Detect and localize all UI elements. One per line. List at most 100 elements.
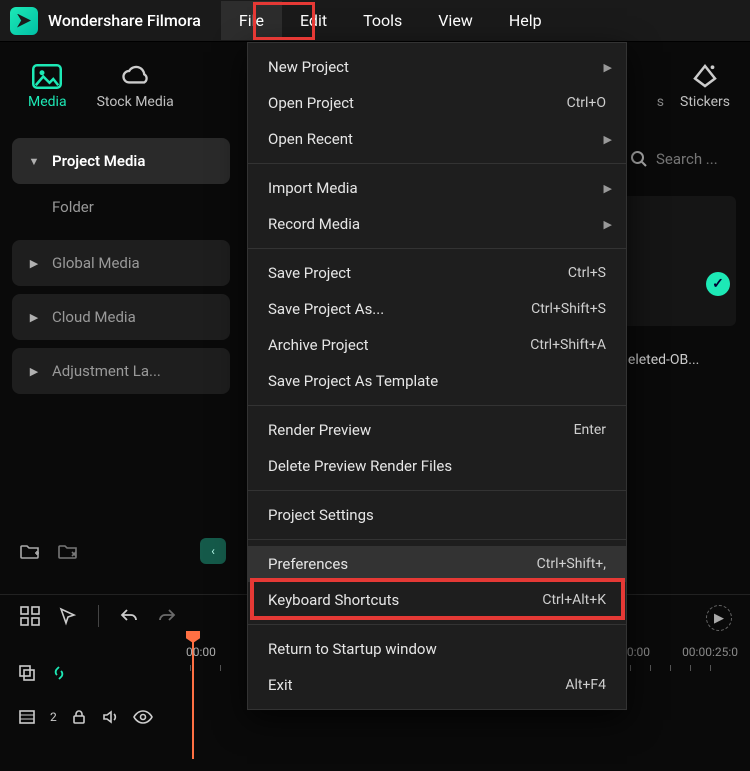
menu-item-label: Save Project As... bbox=[268, 300, 384, 318]
menu-item-label: Import Media bbox=[268, 179, 358, 197]
sidebar-item-label: Adjustment La... bbox=[52, 362, 161, 380]
menu-keyboard-shortcuts[interactable]: Keyboard Shortcuts Ctrl+Alt+K bbox=[248, 582, 626, 618]
menu-view[interactable]: View bbox=[420, 1, 491, 40]
menu-separator bbox=[248, 163, 626, 164]
collapse-sidebar-button[interactable]: ‹ bbox=[200, 538, 226, 564]
sidebar-item-adjustment-layer[interactable]: ▶ Adjustment La... bbox=[12, 348, 230, 394]
menu-item-shortcut: Enter bbox=[574, 422, 606, 438]
lock-icon[interactable] bbox=[71, 709, 87, 725]
layers-icon[interactable] bbox=[18, 664, 36, 682]
delete-folder-icon[interactable] bbox=[58, 542, 78, 560]
sidebar-item-project-media[interactable]: ▼ Project Media bbox=[12, 138, 230, 184]
sidebar-footer-icons: ‹ bbox=[20, 538, 226, 564]
check-icon: ✓ bbox=[706, 272, 730, 296]
link-icon[interactable] bbox=[50, 664, 68, 682]
menu-project-settings[interactable]: Project Settings bbox=[248, 497, 626, 533]
sidebar-item-label: Cloud Media bbox=[52, 308, 136, 326]
menu-item-shortcut: Ctrl+Alt+K bbox=[542, 592, 606, 608]
menu-item-label: Delete Preview Render Files bbox=[268, 457, 452, 475]
menu-item-shortcut: Ctrl+S bbox=[568, 265, 606, 281]
separator bbox=[98, 605, 99, 627]
menu-exit[interactable]: Exit Alt+F4 bbox=[248, 667, 626, 703]
menu-item-label: Render Preview bbox=[268, 421, 371, 439]
sidebar-item-global-media[interactable]: ▶ Global Media bbox=[12, 240, 230, 286]
menu-item-shortcut: Ctrl+O bbox=[567, 95, 606, 111]
menu-item-label: Save Project bbox=[268, 264, 351, 282]
menu-save-project[interactable]: Save Project Ctrl+S bbox=[248, 255, 626, 291]
menu-edit[interactable]: Edit bbox=[282, 1, 345, 40]
cloud-icon bbox=[120, 64, 150, 88]
search-area bbox=[630, 150, 736, 168]
submenu-arrow-icon: ▶ bbox=[604, 182, 612, 195]
search-icon[interactable] bbox=[630, 150, 648, 168]
menu-save-as-template[interactable]: Save Project As Template bbox=[248, 363, 626, 399]
cursor-icon[interactable] bbox=[58, 606, 78, 626]
film-icon[interactable] bbox=[18, 708, 36, 726]
undo-icon[interactable] bbox=[119, 606, 139, 626]
menu-archive-project[interactable]: Archive Project Ctrl+Shift+A bbox=[248, 327, 626, 363]
menu-separator bbox=[248, 624, 626, 625]
thumbnail-label: deleted-OB... bbox=[620, 352, 736, 368]
menu-separator bbox=[248, 248, 626, 249]
media-thumbnail[interactable]: ✓ bbox=[620, 196, 736, 326]
tab-label: Stock Media bbox=[97, 94, 174, 110]
tab-cutoff-text: s bbox=[657, 94, 664, 118]
menu-item-shortcut: Alt+F4 bbox=[565, 677, 606, 693]
sidebar-item-cloud-media[interactable]: ▶ Cloud Media bbox=[12, 294, 230, 340]
library-sidebar: ▼ Project Media Folder ▶ Global Media ▶ … bbox=[12, 138, 230, 402]
search-input[interactable] bbox=[656, 150, 736, 168]
menu-item-label: Preferences bbox=[268, 555, 348, 573]
sidebar-folder[interactable]: Folder bbox=[12, 192, 230, 222]
menu-open-recent[interactable]: Open Recent ▶ bbox=[248, 121, 626, 157]
submenu-arrow-icon: ▶ bbox=[604, 133, 612, 146]
submenu-arrow-icon: ▶ bbox=[604, 61, 612, 74]
menu-render-preview[interactable]: Render Preview Enter bbox=[248, 412, 626, 448]
menu-item-label: Exit bbox=[268, 676, 293, 694]
menu-item-label: Return to Startup window bbox=[268, 640, 437, 658]
menu-item-shortcut: Ctrl+Shift+A bbox=[530, 337, 606, 353]
tab-stock-media[interactable]: Stock Media bbox=[83, 60, 188, 118]
submenu-arrow-icon: ▶ bbox=[604, 218, 612, 231]
menu-file[interactable]: File bbox=[221, 1, 282, 40]
title-bar: Wondershare Filmora File Edit Tools View… bbox=[0, 0, 750, 42]
menu-item-label: New Project bbox=[268, 58, 349, 76]
app-logo-icon bbox=[10, 7, 38, 35]
sidebar-folder-label: Folder bbox=[52, 198, 94, 216]
image-icon bbox=[32, 64, 62, 88]
tab-stickers[interactable]: Stickers bbox=[666, 60, 736, 118]
menu-new-project[interactable]: New Project ▶ bbox=[248, 49, 626, 85]
menu-tools[interactable]: Tools bbox=[345, 1, 420, 40]
track-count: 2 bbox=[50, 710, 57, 724]
menu-delete-render-files[interactable]: Delete Preview Render Files bbox=[248, 448, 626, 484]
tab-label: Media bbox=[28, 94, 67, 110]
menu-preferences[interactable]: Preferences Ctrl+Shift+, bbox=[248, 546, 626, 582]
menu-item-label: Project Settings bbox=[268, 506, 374, 524]
menu-open-project[interactable]: Open ProjectCtrl+O bbox=[248, 85, 626, 121]
menu-separator bbox=[248, 405, 626, 406]
menu-bar: File Edit Tools View Help bbox=[221, 1, 560, 40]
menu-save-project-as[interactable]: Save Project As... Ctrl+Shift+S bbox=[248, 291, 626, 327]
new-folder-icon[interactable] bbox=[20, 542, 40, 560]
menu-item-label: Archive Project bbox=[268, 336, 369, 354]
menu-return-startup[interactable]: Return to Startup window bbox=[248, 631, 626, 667]
chevron-right-icon: ▶ bbox=[26, 257, 42, 270]
menu-import-media[interactable]: Import Media ▶ bbox=[248, 170, 626, 206]
redo-icon[interactable] bbox=[157, 606, 177, 626]
menu-item-label: Save Project As Template bbox=[268, 372, 438, 390]
file-menu-dropdown: New Project ▶ Open ProjectCtrl+O Open Rec… bbox=[247, 42, 627, 710]
timeline-settings-icon[interactable]: ▶ bbox=[706, 605, 732, 631]
menu-record-media[interactable]: Record Media▶ bbox=[248, 206, 626, 242]
grid-icon[interactable] bbox=[20, 606, 40, 626]
tab-label: Stickers bbox=[680, 94, 730, 110]
volume-icon[interactable] bbox=[101, 708, 119, 726]
menu-item-label: Keyboard Shortcuts bbox=[268, 591, 399, 609]
app-title: Wondershare Filmora bbox=[48, 11, 201, 30]
eye-icon[interactable] bbox=[133, 710, 153, 724]
menu-separator bbox=[248, 490, 626, 491]
sticker-icon bbox=[690, 64, 720, 88]
menu-item-shortcut: Ctrl+Shift+S bbox=[531, 301, 606, 317]
menu-item-label: Open Recent bbox=[268, 130, 353, 148]
menu-help[interactable]: Help bbox=[491, 1, 560, 40]
menu-item-shortcut: Ctrl+Shift+, bbox=[537, 556, 606, 572]
tab-media[interactable]: Media bbox=[14, 60, 81, 118]
